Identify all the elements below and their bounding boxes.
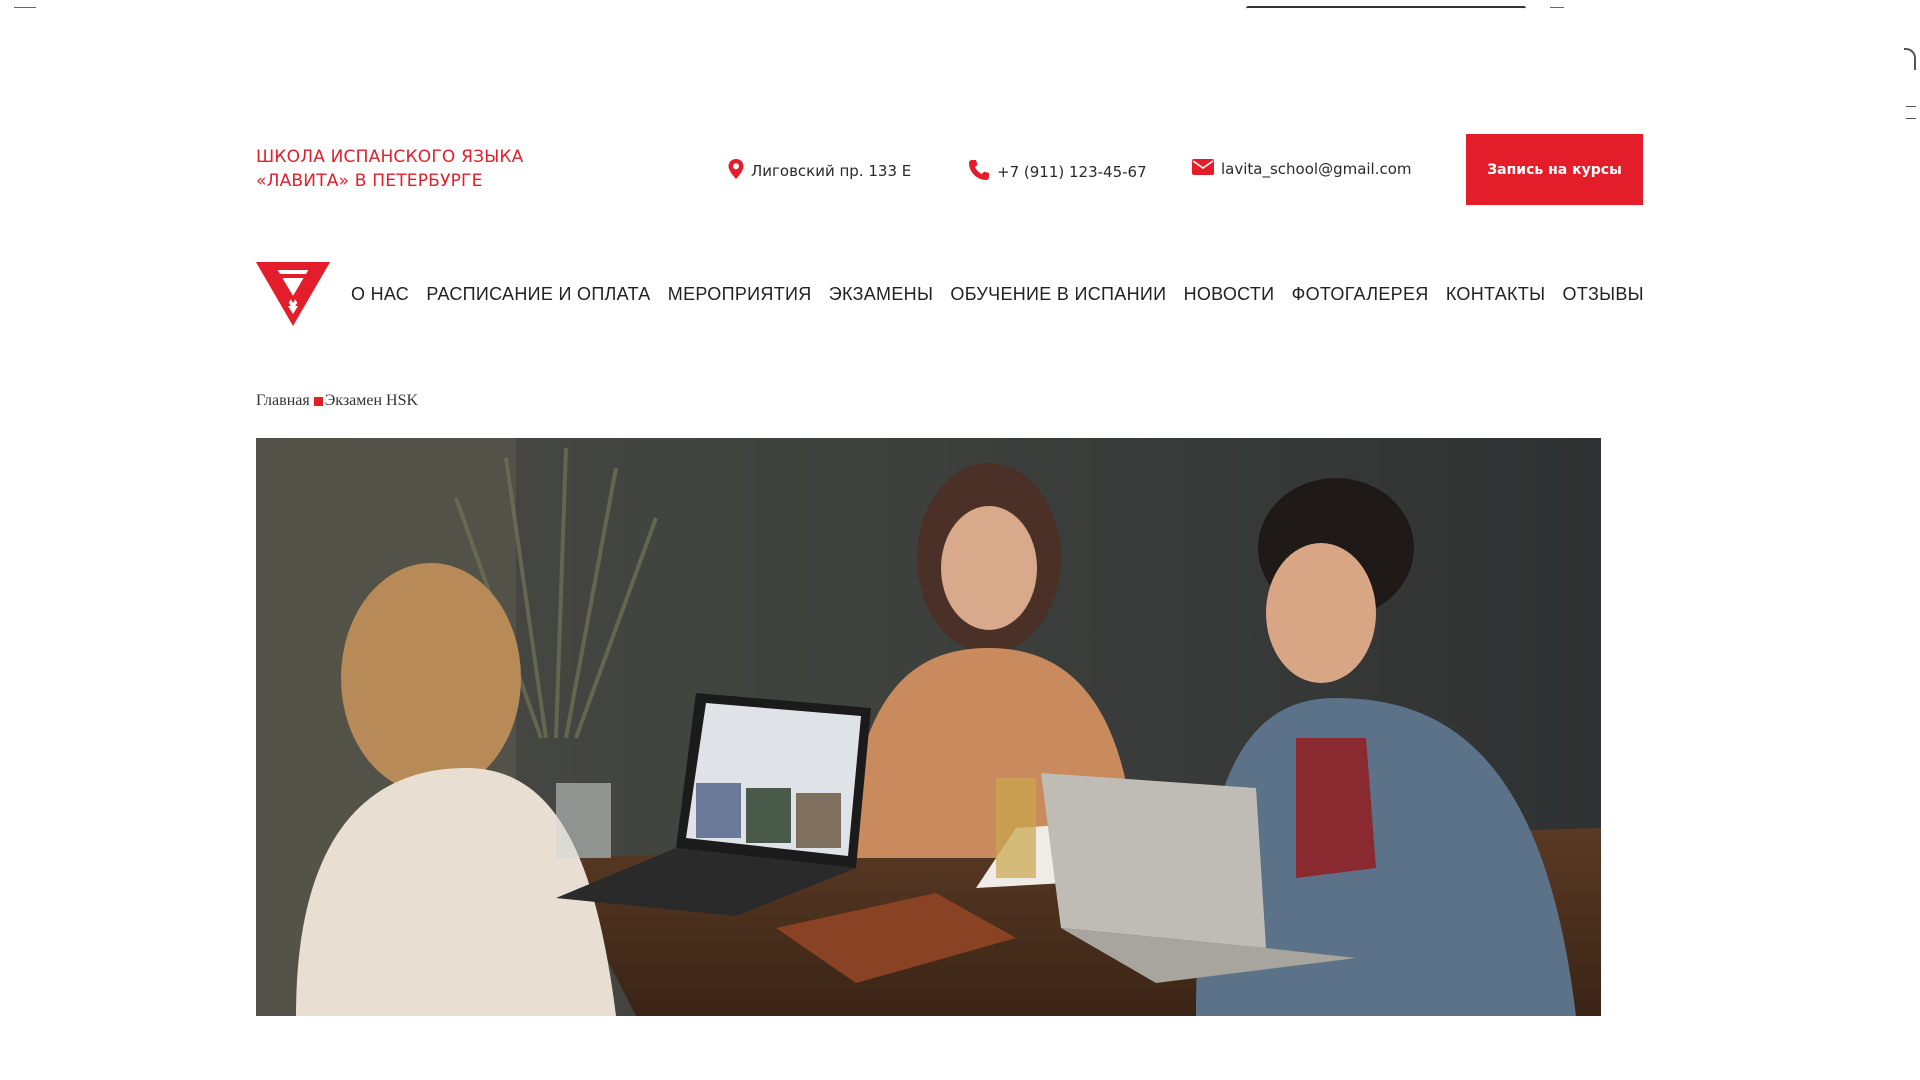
nav-link-contacts[interactable]: КОНТАКТЫ xyxy=(1446,284,1546,304)
nav-link-schedule[interactable]: РАСПИСАНИЕ И ОПЛАТА xyxy=(426,284,650,304)
hero-photo xyxy=(256,438,1601,1016)
school-title-line1: ШКОЛА ИСПАНСКОГО ЯЗЫКА xyxy=(256,147,524,167)
nav-item-contacts: КОНТАКТЫ xyxy=(1446,284,1546,305)
nav-item-news: НОВОСТИ xyxy=(1184,284,1275,305)
top-artifact-strip xyxy=(0,0,1920,14)
nav-item-about: О НАС xyxy=(351,284,409,305)
nav-link-reviews[interactable]: ОТЗЫВЫ xyxy=(1563,284,1644,304)
breadcrumb: Главная Экзамен HSK xyxy=(256,392,418,410)
nav-item-schedule: РАСПИСАНИЕ И ОПЛАТА xyxy=(426,284,650,305)
breadcrumb-home-link[interactable]: Главная xyxy=(256,392,310,410)
email-contact[interactable]: lavita_school@gmail.com xyxy=(1191,158,1412,180)
nav-link-exams[interactable]: ЭКЗАМЕНЫ xyxy=(829,284,933,304)
nav-item-gallery: ФОТОГАЛЕРЕЯ xyxy=(1292,284,1429,305)
envelope-icon xyxy=(1191,158,1215,180)
nav-link-events[interactable]: МЕРОПРИЯТИЯ xyxy=(668,284,812,304)
phone-icon xyxy=(967,158,991,186)
signup-courses-button[interactable]: Запись на курсы xyxy=(1466,134,1643,205)
nav-item-events: МЕРОПРИЯТИЯ xyxy=(668,284,812,305)
address-text: Лиговский пр. 133 Е xyxy=(751,162,912,180)
main-nav: О НАС РАСПИСАНИЕ И ОПЛАТА МЕРОПРИЯТИЯ ЭК… xyxy=(351,284,1644,305)
phone-contact[interactable]: +7 (911) 123-45-67 xyxy=(967,158,1147,186)
nav-item-exams: ЭКЗАМЕНЫ xyxy=(829,284,933,305)
nav-link-gallery[interactable]: ФОТОГАЛЕРЕЯ xyxy=(1292,284,1429,304)
email-text: lavita_school@gmail.com xyxy=(1221,160,1412,178)
address-contact[interactable]: Лиговский пр. 133 Е xyxy=(727,158,911,184)
school-title-line2: «ЛАВИТА» В ПЕТЕРБУРГЕ xyxy=(256,171,483,191)
nav-link-study-spain[interactable]: ОБУЧЕНИЕ В ИСПАНИИ xyxy=(950,284,1166,304)
nav-link-news[interactable]: НОВОСТИ xyxy=(1184,284,1275,304)
nav-link-about[interactable]: О НАС xyxy=(351,284,409,304)
breadcrumb-current: Экзамен HSK xyxy=(324,392,419,409)
triangle-logo[interactable] xyxy=(256,262,330,326)
page: ШКОЛА ИСПАНСКОГО ЯЗЫКА «ЛАВИТА» В ПЕТЕРБ… xyxy=(0,0,1920,1080)
nav-item-reviews: ОТЗЫВЫ xyxy=(1563,284,1644,305)
scrollbar-artifact xyxy=(1904,48,1916,128)
nav-item-study-spain: ОБУЧЕНИЕ В ИСПАНИИ xyxy=(950,284,1166,305)
breadcrumb-separator xyxy=(313,396,323,406)
phone-text: +7 (911) 123-45-67 xyxy=(997,163,1147,181)
school-title[interactable]: ШКОЛА ИСПАНСКОГО ЯЗЫКА «ЛАВИТА» В ПЕТЕРБ… xyxy=(256,145,524,193)
map-pin-icon xyxy=(727,158,745,184)
